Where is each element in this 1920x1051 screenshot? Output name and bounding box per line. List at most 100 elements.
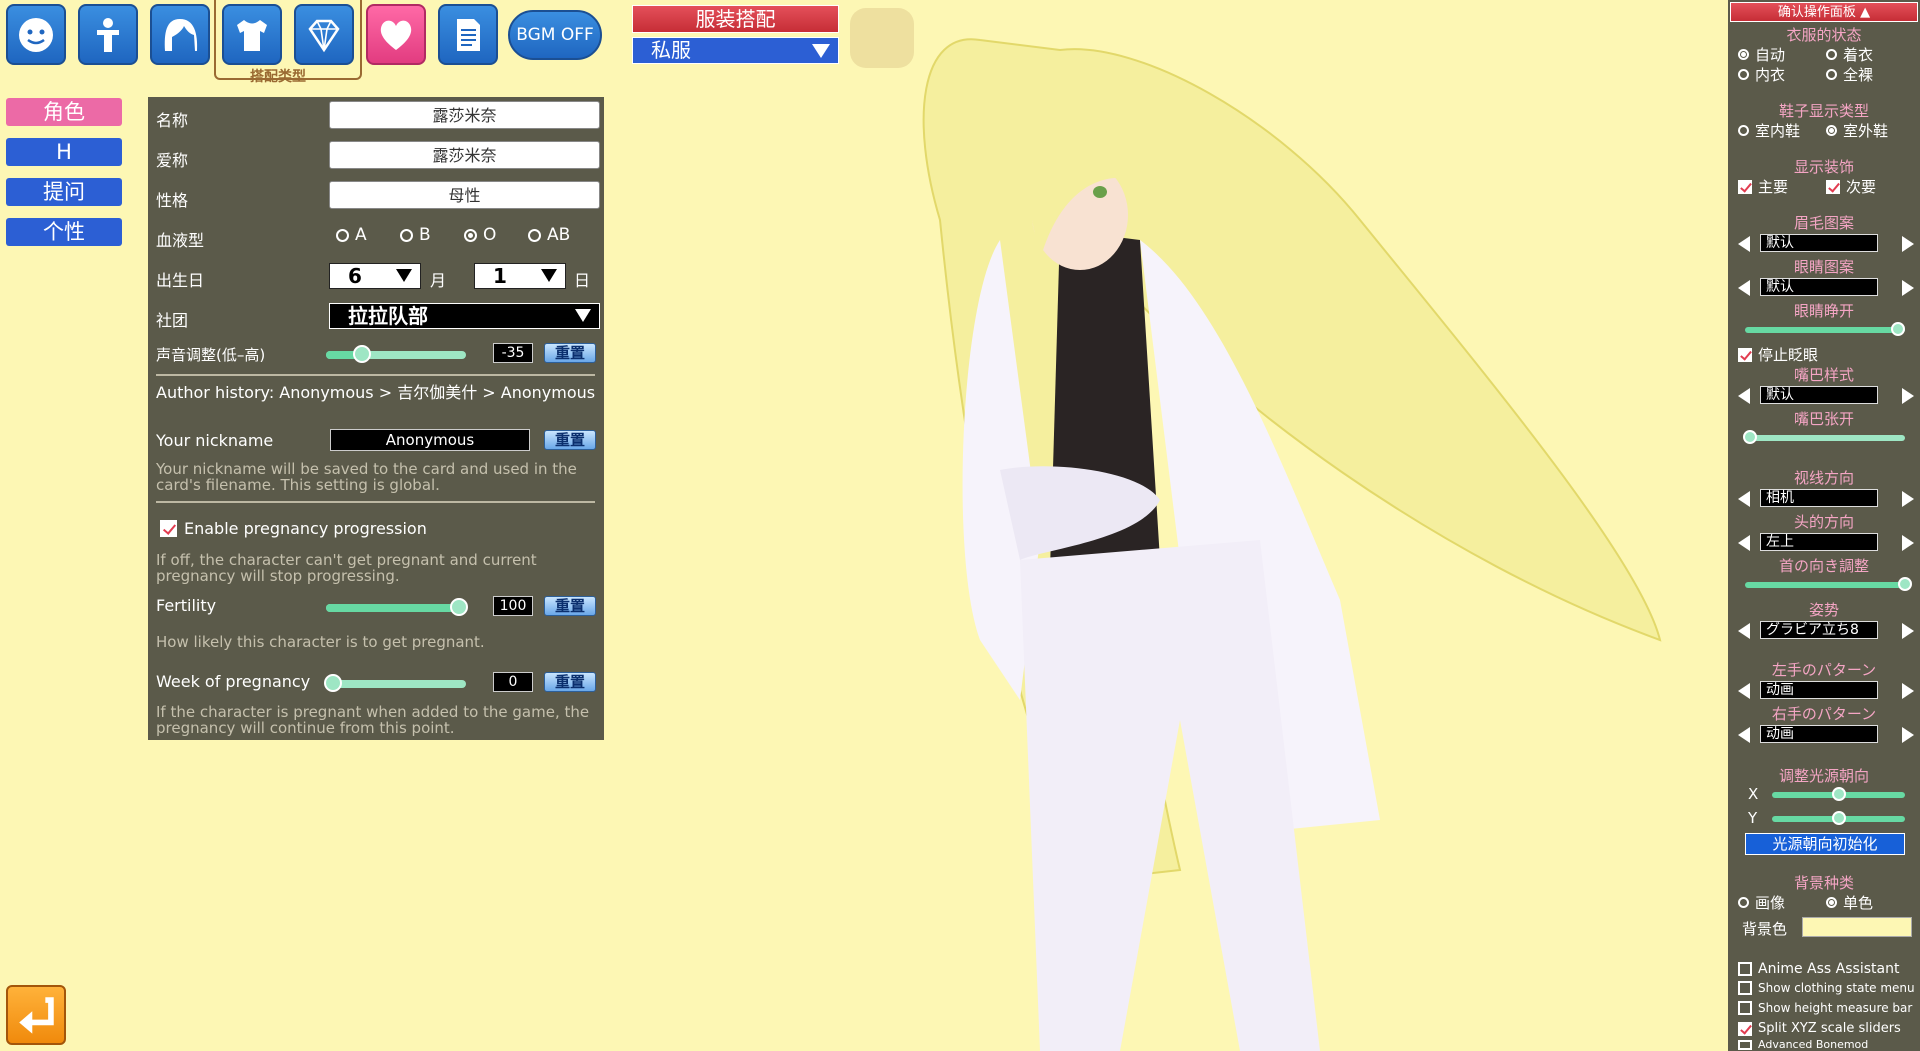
document-tab-button[interactable]: [438, 4, 498, 65]
hair-tab-button[interactable]: [150, 4, 210, 65]
arrow-left-icon[interactable]: [1738, 727, 1750, 743]
mouth-open-slider[interactable]: [1743, 430, 1905, 444]
arrow-right-icon[interactable]: [1902, 727, 1914, 743]
body-tab-button[interactable]: [78, 4, 138, 65]
left-hand-selector[interactable]: 动画: [1736, 681, 1916, 701]
voice-pitch-slider[interactable]: [326, 345, 466, 363]
chevron-down-icon: [812, 44, 830, 58]
arrow-left-icon[interactable]: [1738, 535, 1750, 551]
light-x-slider[interactable]: [1772, 787, 1905, 801]
stop-blink-label: 停止眨眼: [1758, 346, 1819, 364]
plugin-clothing-state-menu[interactable]: Show clothing state menu: [1738, 981, 1915, 995]
stop-blink-checkbox[interactable]: 停止眨眼: [1738, 344, 1818, 365]
back-button[interactable]: [6, 985, 66, 1045]
right-hand-selector[interactable]: 动画: [1736, 725, 1916, 745]
shoe-indoor-radio[interactable]: 室内鞋: [1738, 120, 1800, 141]
birth-day-dropdown[interactable]: 1: [474, 263, 566, 289]
clothing-underwear-radio[interactable]: 内衣: [1738, 64, 1785, 85]
neck-adjust-slider[interactable]: [1745, 577, 1912, 591]
arrow-right-icon[interactable]: [1902, 535, 1914, 551]
slider-knob[interactable]: [1743, 430, 1757, 444]
background-solid-radio[interactable]: 单色: [1826, 892, 1873, 913]
pregnancy-note: If off, the character can't get pregnant…: [156, 551, 537, 585]
blood-type-b-radio[interactable]: B: [400, 225, 431, 245]
pregnancy-progression-checkbox[interactable]: [160, 520, 177, 537]
nickname-reset-button[interactable]: 重置: [544, 430, 596, 450]
eye-open-slider[interactable]: [1745, 322, 1905, 336]
arrow-right-icon[interactable]: [1902, 491, 1914, 507]
pregnancy-week-slider[interactable]: [324, 674, 466, 692]
light-reset-button[interactable]: 光源朝向初始化: [1745, 833, 1905, 855]
fertility-value[interactable]: 100: [493, 596, 533, 616]
shoe-outdoor-radio[interactable]: 室外鞋: [1826, 120, 1888, 141]
blood-type-o-radio[interactable]: O: [464, 225, 496, 245]
bgm-toggle-button[interactable]: BGM OFF: [508, 10, 602, 60]
character-3d-viewport[interactable]: [620, 0, 1728, 1051]
tab-h[interactable]: H: [6, 138, 122, 166]
slider-knob[interactable]: [1832, 787, 1846, 801]
eyebrow-selector[interactable]: 默认: [1736, 234, 1916, 254]
outfit-coordinate-dropdown[interactable]: 私服: [632, 37, 839, 64]
background-image-radio[interactable]: 画像: [1738, 892, 1785, 913]
your-nickname-field[interactable]: Anonymous: [330, 429, 530, 451]
pregnancy-week-value[interactable]: 0: [493, 672, 533, 692]
pose-selector[interactable]: グラビア立ち8: [1736, 621, 1916, 641]
background-color-swatch[interactable]: [1802, 917, 1912, 937]
arrow-left-icon[interactable]: [1738, 388, 1750, 404]
clothing-auto-label: 自动: [1755, 46, 1786, 64]
fertility-slider[interactable]: [326, 598, 468, 616]
blood-type-a-radio[interactable]: A: [336, 225, 367, 245]
plugin-split-xyz-sliders[interactable]: Split XYZ scale sliders: [1738, 1021, 1901, 1036]
slider-knob[interactable]: [1832, 811, 1846, 825]
tab-personality[interactable]: 个性: [6, 218, 122, 246]
outfit-coordinate-value: 私服: [651, 38, 691, 62]
birth-month-dropdown[interactable]: 6: [329, 263, 421, 289]
fertility-reset-button[interactable]: 重置: [544, 596, 596, 616]
light-y-slider[interactable]: [1772, 811, 1905, 825]
clothing-auto-radio[interactable]: 自动: [1738, 44, 1785, 65]
slider-knob[interactable]: [324, 674, 342, 692]
club-dropdown[interactable]: 拉拉队部: [329, 303, 600, 329]
arrow-left-icon[interactable]: [1738, 683, 1750, 699]
arrow-left-icon[interactable]: [1738, 623, 1750, 639]
arrow-right-icon[interactable]: [1902, 236, 1914, 252]
slider-knob[interactable]: [450, 598, 468, 616]
face-tab-button[interactable]: [6, 4, 66, 65]
gaze-selector[interactable]: 相机: [1736, 489, 1916, 509]
h-settings-tab-button[interactable]: [366, 4, 426, 65]
plugin-anime-ass-assistant[interactable]: Anime Ass Assistant: [1738, 961, 1899, 977]
plugin-height-measure-bar[interactable]: Show height measure bar: [1738, 1001, 1912, 1015]
arrow-right-icon[interactable]: [1902, 683, 1914, 699]
mouth-selector[interactable]: 默认: [1736, 386, 1916, 406]
pose-title: 姿势: [1808, 601, 1839, 619]
nickname-field[interactable]: 露莎米奈: [329, 141, 600, 169]
voice-pitch-value[interactable]: -35: [493, 343, 533, 363]
arrow-left-icon[interactable]: [1738, 236, 1750, 252]
slider-knob[interactable]: [353, 345, 371, 363]
tab-questions[interactable]: 提问: [6, 178, 122, 206]
voice-pitch-label: 声音调整(低–高): [156, 346, 266, 364]
blood-type-ab-radio[interactable]: AB: [528, 225, 570, 245]
arrow-right-icon[interactable]: [1902, 280, 1914, 296]
arrow-right-icon[interactable]: [1902, 623, 1914, 639]
head-direction-selector[interactable]: 左上: [1736, 533, 1916, 553]
name-field[interactable]: 露莎米奈: [329, 101, 600, 129]
arrow-left-icon[interactable]: [1738, 491, 1750, 507]
control-panel-header[interactable]: 确认操作面板 ▲: [1730, 2, 1918, 22]
accessory-sub-checkbox[interactable]: 次要: [1826, 176, 1876, 197]
tab-character[interactable]: 角色: [6, 98, 122, 126]
plugin-advanced-bonemod[interactable]: Advanced Bonemod: [1738, 1038, 1868, 1051]
slider-knob[interactable]: [1891, 322, 1905, 336]
arrow-left-icon[interactable]: [1738, 280, 1750, 296]
slider-knob[interactable]: [1898, 577, 1912, 591]
checkbox-unchecked: [1738, 1001, 1752, 1015]
accessory-main-checkbox[interactable]: 主要: [1738, 176, 1788, 197]
pregnancy-week-reset-button[interactable]: 重置: [544, 672, 596, 692]
arrow-right-icon[interactable]: [1902, 388, 1914, 404]
clothing-dressed-radio[interactable]: 着衣: [1826, 44, 1873, 65]
clothing-nude-radio[interactable]: 全裸: [1826, 64, 1873, 85]
personality-field[interactable]: 母性: [329, 181, 600, 209]
eye-selector[interactable]: 默认: [1736, 278, 1916, 298]
voice-reset-button[interactable]: 重置: [544, 343, 596, 363]
checkbox-unchecked: [1738, 981, 1752, 995]
